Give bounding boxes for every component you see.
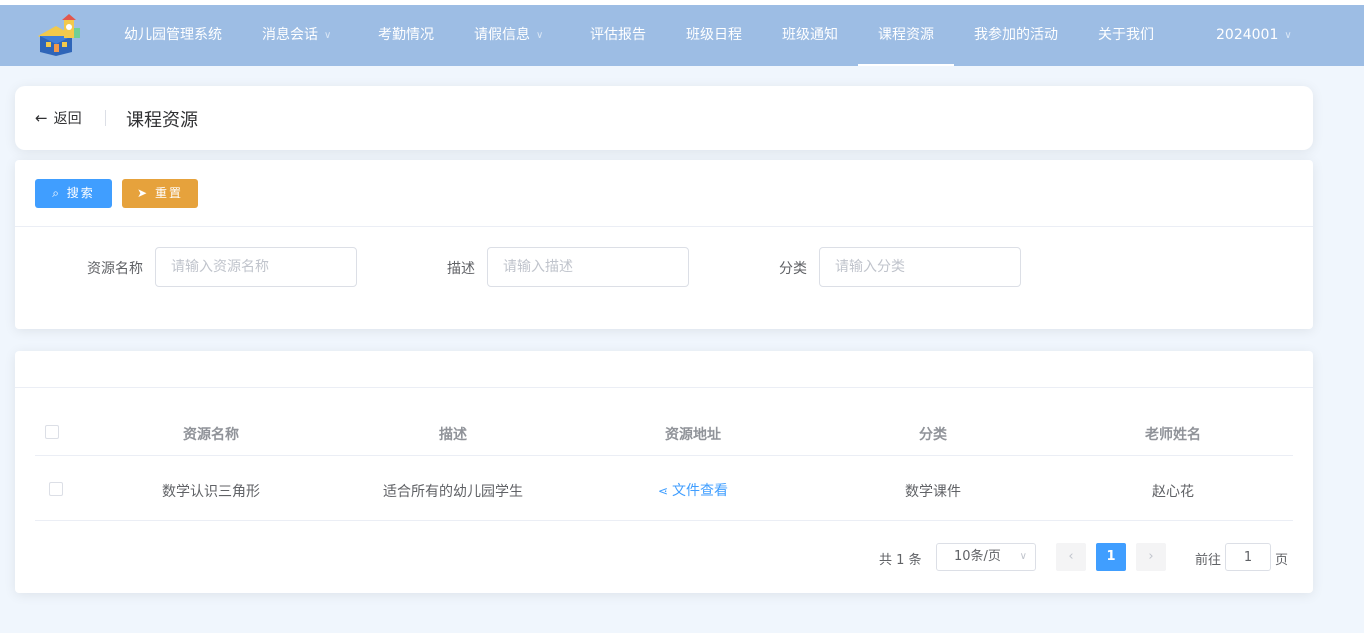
file-view-label: 文件查看	[672, 483, 729, 499]
nav-item-leave[interactable]: 请假信息 ∨	[474, 5, 543, 66]
header-divider	[105, 110, 106, 126]
nav-item-about[interactable]: 关于我们	[1098, 5, 1154, 66]
column-header-resource-address[interactable]: 资源地址	[597, 424, 789, 444]
nav-item-schedule[interactable]: 班级日程	[686, 5, 742, 66]
divider	[15, 387, 1313, 388]
cell-resource-address: ⋖ 文件查看	[597, 480, 789, 500]
search-icon: ⌕	[52, 186, 61, 200]
divider	[15, 226, 1313, 227]
chevron-right-icon: ›	[1148, 549, 1154, 564]
school-building-icon[interactable]	[34, 14, 84, 58]
top-nav: 幼儿园管理系统 消息会话 ∨ 考勤情况 请假信息 ∨ 评估报告 班级日程 班级通知 …	[0, 5, 1364, 66]
column-header-category[interactable]: 分类	[837, 424, 1029, 444]
page-size-select[interactable]: 10条/页 ∨	[936, 543, 1036, 571]
cell-teacher-name: 赵心花	[1152, 484, 1194, 500]
search-button-label: 搜索	[66, 186, 95, 200]
page-number-button[interactable]: 1	[1096, 543, 1126, 571]
chevron-down-icon: ∨	[536, 30, 544, 41]
chevron-left-icon: ‹	[1068, 549, 1074, 564]
resource-name-label: 资源名称	[87, 261, 143, 277]
nav-item-label: 2024001	[1216, 27, 1279, 43]
nav-item-label: 班级通知	[782, 27, 838, 43]
chevron-down-icon: ∨	[1284, 30, 1292, 41]
category-label: 分类	[779, 261, 807, 277]
resource-table-panel: 资源名称 描述 资源地址 分类 老师姓名 数学认识三角形 适合所有的幼儿园学生 …	[15, 351, 1313, 593]
nav-item-label: 消息会话	[262, 27, 318, 43]
description-input[interactable]	[487, 247, 689, 287]
chevron-down-icon: ∨	[324, 30, 332, 41]
select-all-checkbox[interactable]	[45, 425, 59, 439]
nav-item-label: 我参加的活动	[974, 27, 1058, 43]
cell-category: 数学课件	[905, 484, 961, 500]
nav-item-attendance[interactable]: 考勤情况	[378, 5, 434, 66]
nav-item-course-resources[interactable]: 课程资源	[858, 5, 954, 66]
send-icon: ➤	[137, 186, 150, 200]
nav-item-label: 关于我们	[1098, 27, 1154, 43]
nav-item-messages[interactable]: 消息会话 ∨	[262, 5, 331, 66]
page-suffix-label: 页	[1275, 553, 1289, 568]
nav-item-reports[interactable]: 评估报告	[590, 5, 646, 66]
page-size-value: 10条/页	[954, 549, 1001, 564]
resource-name-input[interactable]	[155, 247, 357, 287]
cell-description: 适合所有的幼儿园学生	[383, 484, 523, 500]
prev-page-button[interactable]: ‹	[1056, 543, 1086, 571]
goto-label: 前往	[1195, 553, 1222, 568]
description-label: 描述	[447, 261, 475, 277]
page-title: 课程资源	[126, 110, 198, 131]
arrow-left-icon: ←	[35, 109, 48, 127]
nav-item-label: 评估报告	[590, 27, 646, 43]
reset-button-label: 重置	[154, 186, 183, 200]
divider	[35, 455, 1293, 456]
nav-item-label: 班级日程	[686, 27, 742, 43]
cell-resource-name: 数学认识三角形	[162, 484, 260, 500]
file-view-link[interactable]: ⋖ 文件查看	[658, 483, 728, 499]
next-page-button[interactable]: ›	[1136, 543, 1166, 571]
page-header: ← 返回 课程资源	[15, 86, 1313, 150]
nav-item-label: 课程资源	[878, 27, 934, 43]
share-icon: ⋖	[657, 484, 669, 498]
column-header-resource-name[interactable]: 资源名称	[115, 424, 307, 444]
column-header-teacher-name[interactable]: 老师姓名	[1077, 424, 1269, 444]
divider	[35, 520, 1293, 521]
nav-item-label: 请假信息	[474, 27, 530, 43]
chevron-down-icon: ∨	[1019, 551, 1027, 562]
search-button[interactable]: ⌕ 搜索	[35, 179, 112, 208]
column-header-description[interactable]: 描述	[357, 424, 549, 444]
search-panel: ⌕ 搜索 ➤ 重置 资源名称 描述 分类	[15, 160, 1313, 329]
nav-item-label: 考勤情况	[378, 27, 434, 43]
nav-item-notices[interactable]: 班级通知	[782, 5, 838, 66]
back-button[interactable]: ← 返回	[35, 108, 82, 128]
reset-button[interactable]: ➤ 重置	[122, 179, 198, 208]
pagination-total: 共 1 条	[879, 553, 922, 568]
nav-item-home[interactable]: 幼儿园管理系统	[124, 5, 222, 66]
goto-page-input[interactable]	[1225, 543, 1271, 571]
nav-item-label: 幼儿园管理系统	[124, 27, 222, 43]
nav-item-user-menu[interactable]: 2024001 ∨	[1216, 5, 1292, 66]
row-checkbox[interactable]	[49, 482, 63, 496]
nav-item-my-activities[interactable]: 我参加的活动	[974, 5, 1058, 66]
back-label: 返回	[53, 111, 82, 127]
category-input[interactable]	[819, 247, 1021, 287]
